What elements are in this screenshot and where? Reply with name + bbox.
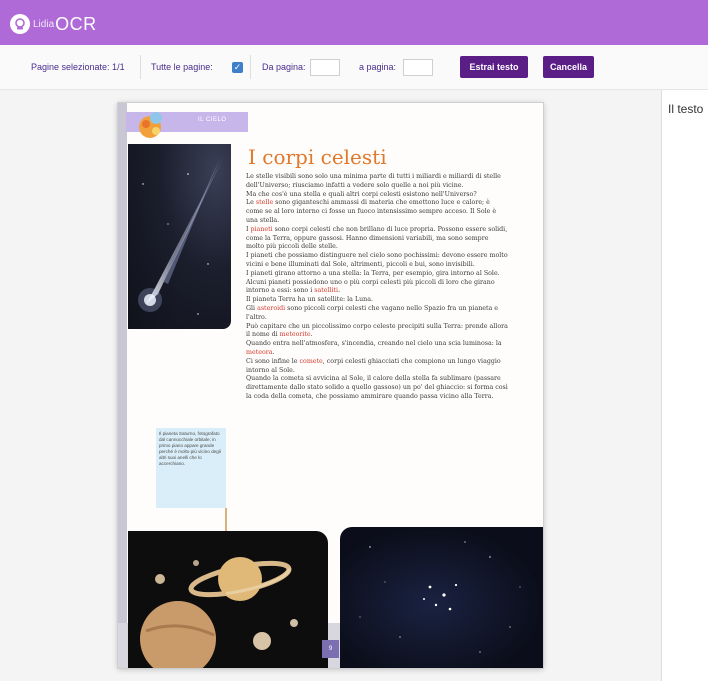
logo-icon xyxy=(10,14,30,34)
body-paragraph: I pianeti girano attorno a una stella: l… xyxy=(246,270,508,296)
body-text: I pianeti che possiamo distinguere nel c… xyxy=(246,252,508,268)
pages-selected-label: Pagine selezionate: 1/1 xyxy=(31,62,125,72)
body-text: Il pianeta Terra ha un satellite: la Lun… xyxy=(246,296,373,304)
toolbar-divider xyxy=(250,55,251,79)
body-paragraph: Ma che cos'è una stella e quali altri co… xyxy=(246,191,508,200)
app-logo: Lidia OCR xyxy=(10,13,97,35)
body-paragraph: Il pianeta Terra ha un satellite: la Lun… xyxy=(246,296,508,305)
body-paragraph: Le stelle sono giganteschi ammassi di ma… xyxy=(246,199,508,225)
highlighted-term: pianeti xyxy=(250,225,273,233)
comet-image xyxy=(128,144,231,329)
page-number: 9 xyxy=(322,640,339,658)
from-page-label: Da pagina: xyxy=(262,62,306,72)
body-paragraph: Quando entra nell'atmosfera, s'incendia,… xyxy=(246,340,508,358)
body-paragraph: Ci sono infine le comete, corpi celesti … xyxy=(246,358,508,376)
body-text: sono giganteschi ammassi di materia che … xyxy=(246,199,497,224)
body-text: Ci sono infine le xyxy=(246,357,300,365)
highlighted-term: stelle xyxy=(255,199,274,207)
planet-logo-icon xyxy=(139,112,162,138)
body-paragraph: I pianeti che possiamo distinguere nel c… xyxy=(246,252,508,270)
body-text: I pianeti girano attorno a una stella: l… xyxy=(246,269,500,295)
highlighted-term: meteora xyxy=(246,348,273,356)
body-text: Gli xyxy=(246,304,258,312)
body-paragraph: Quando la cometa si avvicina al Sole, il… xyxy=(246,375,508,401)
body-paragraph: Può capitare che un piccolissimo corpo c… xyxy=(246,323,508,341)
toolbar-divider xyxy=(140,55,141,79)
saturn-image xyxy=(128,531,328,668)
logo-big-text: OCR xyxy=(55,13,97,34)
body-text: sono corpi celesti che non brillano di l… xyxy=(246,225,508,251)
starfield-image xyxy=(340,527,543,668)
body-text: Quando la cometa si avvicina al Sole, il… xyxy=(246,375,508,400)
document-page: IL CIELO I corpi celesti Le stelle visib… xyxy=(118,103,543,668)
section-tab-label: IL CIELO xyxy=(198,117,227,123)
to-page-input[interactable] xyxy=(403,59,433,76)
body-text: Quando entra nell'atmosfera, s'incendia,… xyxy=(246,340,502,348)
body-text: . xyxy=(272,348,275,356)
body-text: Le stelle visibili sono solo una minima … xyxy=(246,173,501,189)
document-body: Le stelle visibili sono solo una minima … xyxy=(246,173,508,402)
body-text: . xyxy=(310,331,313,339)
highlighted-term: meteorite xyxy=(279,331,311,339)
highlighted-term: asteroidi xyxy=(257,304,286,312)
cancel-button[interactable]: Cancella xyxy=(543,56,594,78)
body-paragraph: Gli asteroidi sono piccoli corpi celesti… xyxy=(246,305,508,323)
extracted-text-pane[interactable]: Il testo xyxy=(661,90,708,681)
body-paragraph: I pianeti sono corpi celesti che non bri… xyxy=(246,226,508,252)
from-page-input[interactable] xyxy=(310,59,340,76)
body-text: . xyxy=(338,287,341,295)
toolbar: Pagine selezionate: 1/1 Tutte le pagine:… xyxy=(0,45,708,90)
section-tab: IL CIELO xyxy=(126,112,248,138)
document-title: I corpi celesti xyxy=(248,145,387,169)
body-paragraph: Le stelle visibili sono solo una minima … xyxy=(246,173,508,191)
photo-caption: Il pianeta Saturno, fotografato dal cann… xyxy=(156,428,226,508)
body-text: Ma che cos'è una stella e quali altri co… xyxy=(246,190,477,198)
extracted-text: Il testo xyxy=(668,102,704,116)
app-header: Lidia OCR xyxy=(0,0,708,45)
logo-small-text: Lidia xyxy=(33,18,55,30)
highlighted-term: satelliti xyxy=(314,287,339,295)
body-text: Le xyxy=(246,199,256,207)
page-left-band xyxy=(118,103,127,668)
all-pages-checkbox[interactable]: ✓ xyxy=(232,62,243,73)
extract-text-button[interactable]: Estrai testo xyxy=(460,56,528,78)
highlighted-term: comete xyxy=(299,357,323,365)
all-pages-label: Tutte le pagine: xyxy=(151,62,213,72)
to-page-label: a pagina: xyxy=(359,62,397,72)
